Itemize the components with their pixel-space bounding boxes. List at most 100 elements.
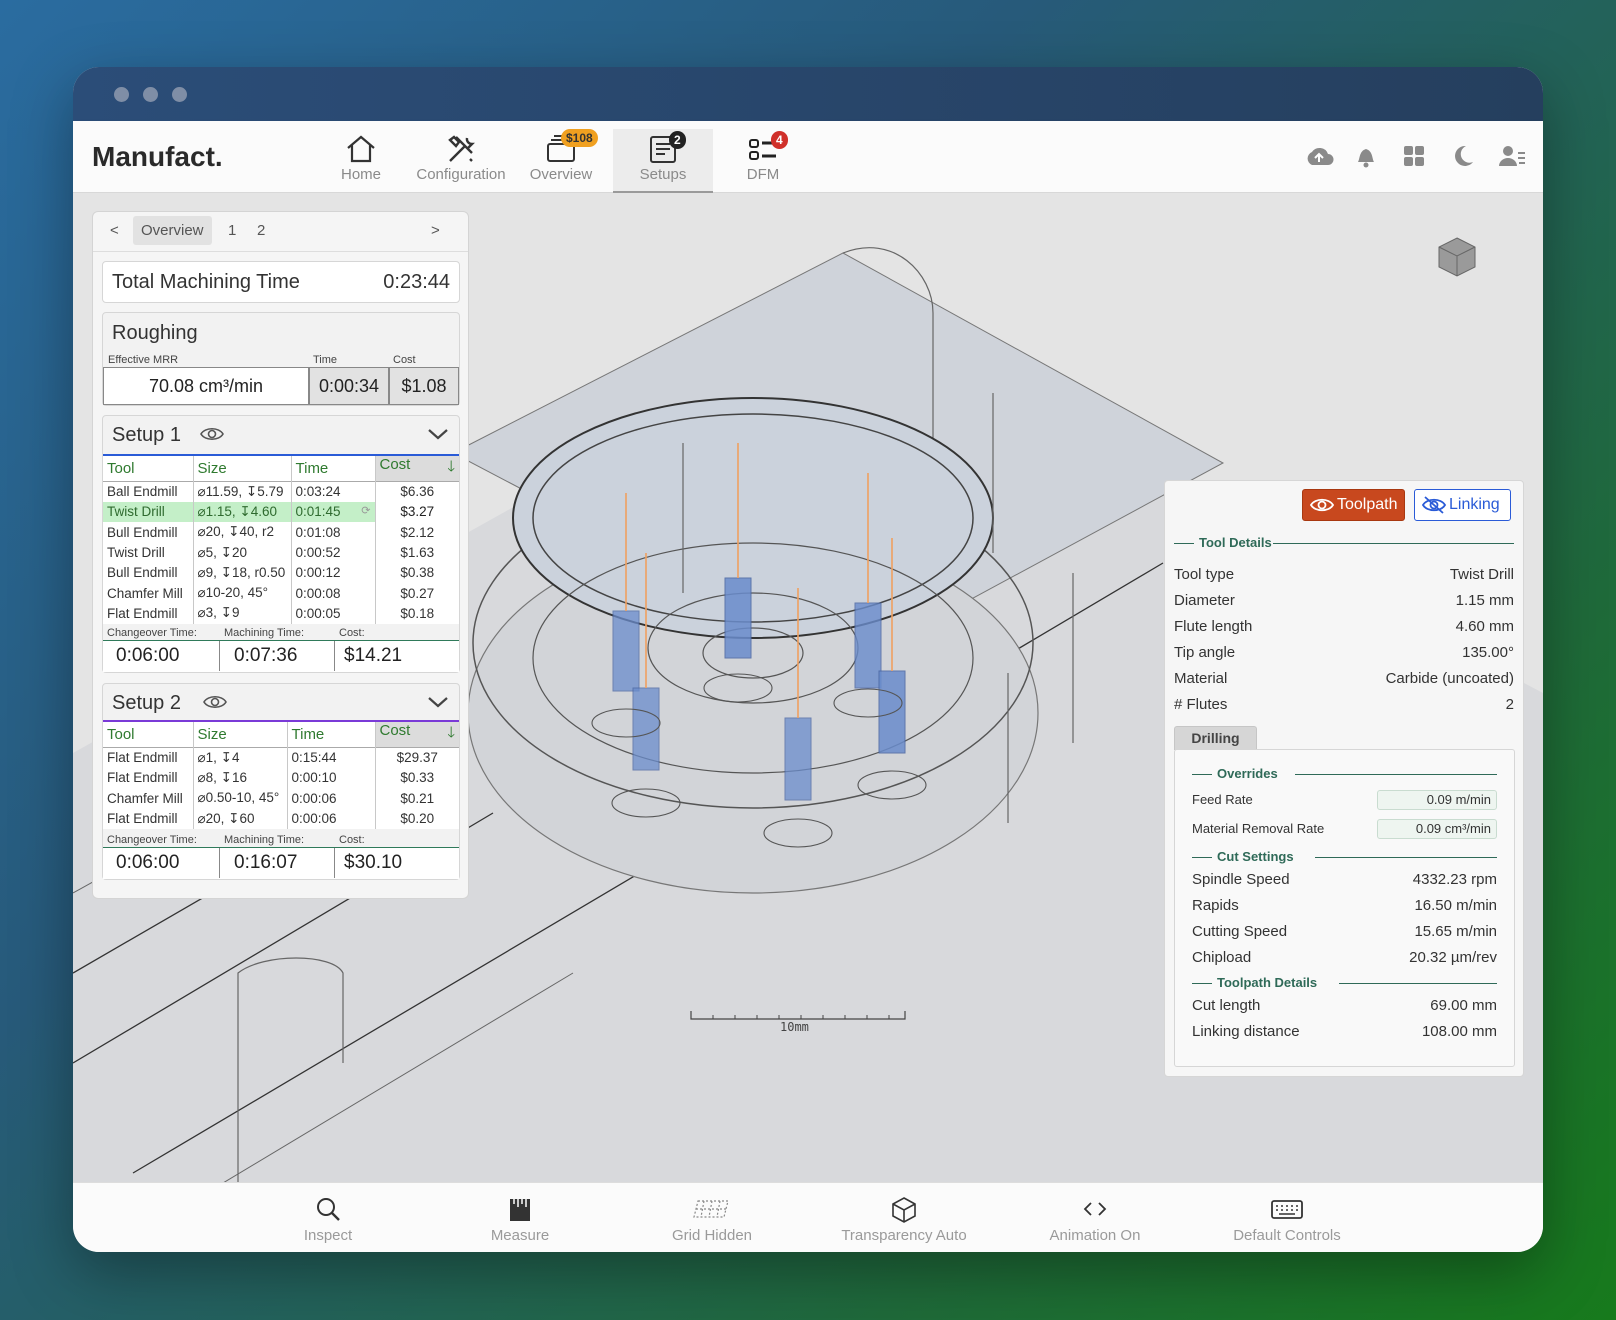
tab-overview[interactable]: Overview: [133, 216, 212, 245]
dark-mode-moon-icon[interactable]: [1450, 143, 1476, 169]
table-row[interactable]: Chamfer Mill ⌀10-20, 45° 0:00:08 $0.27: [103, 582, 459, 604]
tool-details-heading: Tool Details: [1174, 535, 1272, 550]
table-row-selected[interactable]: Twist Drill ⌀1.15, ↧4.60 0:01:45 ⟳ $3.27: [103, 501, 459, 523]
col-cost-sorted[interactable]: Cost 🡓: [375, 721, 459, 748]
machining-label: Machining Time:: [224, 627, 305, 639]
user-profile-icon[interactable]: [1498, 143, 1526, 169]
detail-row: Tip angle 135.00°: [1174, 644, 1514, 661]
roughing-time-value: 0:00:34: [309, 367, 389, 405]
col-cost-label: Cost: [379, 456, 411, 473]
table-row[interactable]: Bull Endmill ⌀9, ↧18, r0.50 0:00:12 $0.38: [103, 562, 459, 583]
table-row[interactable]: Twist Drill ⌀5, ↧20 0:00:52 $1.63: [103, 542, 459, 563]
cloud-upload-icon[interactable]: [1304, 143, 1334, 169]
cost-label: Cost:: [339, 834, 365, 846]
app-window: Manufact. Home Configuration Overview $1…: [73, 67, 1543, 1252]
cell-cost: $3.27: [375, 501, 459, 523]
changeover-value: 0:06:00: [116, 852, 180, 873]
setups-count-badge: 2: [669, 131, 686, 149]
changeover-label: Changeover Time:: [107, 627, 197, 639]
nav-configuration[interactable]: Configuration: [411, 129, 511, 193]
eye-visibility-icon[interactable]: [202, 692, 228, 712]
nav-label: Home: [340, 166, 381, 183]
window-zoom-dot[interactable]: [172, 87, 187, 102]
override-row: Material Removal Rate 0.09 cm³/min: [1192, 819, 1497, 843]
col-time[interactable]: Time: [287, 721, 376, 748]
toolpath-toggle-button[interactable]: Toolpath: [1302, 489, 1405, 521]
eye-visibility-icon[interactable]: [199, 424, 225, 444]
nav-overview[interactable]: Overview $108: [511, 129, 611, 193]
linking-label: Linking: [1449, 496, 1500, 513]
cell-size: ⌀10-20, 45°: [193, 582, 292, 604]
toolpath-label: Toolpath: [1337, 496, 1398, 513]
mrr-input[interactable]: 0.09 cm³/min: [1377, 819, 1497, 839]
table-row[interactable]: Flat Endmill ⌀3, ↧9 0:00:05 $0.18: [103, 603, 459, 624]
measure-button[interactable]: Measure: [430, 1195, 610, 1244]
top-nav-bar: Manufact. Home Configuration Overview $1…: [73, 121, 1543, 193]
table-row[interactable]: Flat Endmill ⌀20, ↧60 0:00:06 $0.20: [103, 808, 459, 829]
nav-home[interactable]: Home: [311, 129, 411, 193]
table-row[interactable]: Chamfer Mill ⌀0.50-10, 45° 0:00:06 $0.21: [103, 788, 459, 809]
nav-label: DFM: [746, 166, 780, 183]
col-tool[interactable]: Tool: [103, 455, 194, 482]
transparency-label: Transparency Auto: [841, 1227, 967, 1244]
animation-toggle-button[interactable]: Animation On: [1005, 1195, 1185, 1244]
cell-time: 0:00:06: [287, 788, 376, 809]
dfm-issues-badge: 4: [771, 131, 788, 149]
cell-cost: $0.27: [400, 585, 435, 601]
feed-rate-input[interactable]: 0.09 m/min: [1377, 790, 1497, 810]
table-row[interactable]: Ball Endmill ⌀11.59, ↧5.79 0:03:24 $6.36: [103, 481, 459, 502]
view-cube-icon[interactable]: [1435, 235, 1479, 279]
grid-toggle-button[interactable]: Grid Hidden: [622, 1195, 802, 1244]
tab-setup-1[interactable]: 1: [228, 222, 236, 239]
cost-label: Cost:: [339, 627, 365, 639]
cell-time: 0:03:24: [291, 481, 376, 502]
cell-time: 0:01:08: [291, 522, 376, 543]
grid-icon: [693, 1200, 729, 1218]
chevron-down-icon[interactable]: [427, 694, 449, 710]
cell-time: 0:01:45: [295, 504, 341, 520]
window-minimize-dot[interactable]: [143, 87, 158, 102]
setups-summary-panel: < Overview 1 2 > Total Machining Time 0:…: [92, 211, 469, 899]
tab-prev-button[interactable]: <: [110, 222, 119, 239]
overrides-heading: Overrides: [1192, 766, 1278, 781]
setup-2-card: Setup 2 Tool Size Time Cost 🡓 Flat Endmil…: [102, 683, 460, 880]
3d-viewport[interactable]: 10mm < Overview 1 2 > Total Machining Ti…: [73, 193, 1543, 1182]
table-row[interactable]: Bull Endmill ⌀20, ↧40, r2 0:01:08 $2.12: [103, 522, 459, 543]
cell-size: ⌀9, ↧18, r0.50: [193, 562, 292, 583]
col-tool[interactable]: Tool: [103, 721, 194, 748]
table-row[interactable]: Flat Endmill ⌀8, ↧16 0:00:10 $0.33: [103, 767, 459, 789]
tab-next-button[interactable]: >: [431, 222, 440, 239]
controls-button[interactable]: Default Controls: [1197, 1195, 1377, 1244]
total-machining-time-card: Total Machining Time 0:23:44: [102, 261, 460, 303]
setup-tabs: < Overview 1 2 >: [93, 212, 468, 252]
col-size[interactable]: Size: [193, 455, 292, 482]
cut-settings-heading: Cut Settings: [1192, 849, 1294, 864]
window-close-dot[interactable]: [114, 87, 129, 102]
grid-apps-icon[interactable]: [1401, 143, 1427, 169]
setup-2-summary-row: 0:06:00 0:16:07 $30.10: [103, 847, 459, 879]
changeover-label: Changeover Time:: [107, 834, 197, 846]
nav-dfm[interactable]: DFM 4: [713, 129, 813, 193]
linking-toggle-button[interactable]: Linking: [1414, 489, 1511, 521]
cut-setting-row: Cutting Speed 15.65 m/min: [1192, 923, 1497, 940]
table-row[interactable]: Flat Endmill ⌀1, ↧4 0:15:44 $29.37: [103, 747, 459, 768]
col-time[interactable]: Time: [291, 455, 376, 482]
cell-size: ⌀11.59, ↧5.79: [193, 481, 292, 502]
cell-time-with-sync: 0:01:45 ⟳: [291, 501, 376, 523]
ruler-icon: [510, 1199, 530, 1221]
transparency-button[interactable]: Transparency Auto: [814, 1195, 994, 1244]
tab-drilling[interactable]: Drilling: [1174, 726, 1257, 750]
cell-tool: Flat Endmill: [103, 747, 194, 768]
col-cost-sorted[interactable]: Cost 🡓: [375, 455, 459, 482]
chevron-down-icon[interactable]: [427, 426, 449, 442]
mrr-label: Effective MRR: [108, 354, 179, 366]
setup-1-title: Setup 1: [112, 424, 181, 446]
nav-setups[interactable]: Setups 2: [613, 129, 713, 193]
tab-setup-2[interactable]: 2: [257, 222, 265, 239]
bell-icon[interactable]: [1353, 143, 1379, 169]
col-size[interactable]: Size: [193, 721, 288, 748]
cell-time: 0:00:10: [287, 767, 376, 789]
detail-row: Diameter 1.15 mm: [1174, 592, 1514, 609]
inspect-button[interactable]: Inspect: [238, 1195, 418, 1244]
sort-arrow-icon: 🡓: [447, 724, 455, 741]
